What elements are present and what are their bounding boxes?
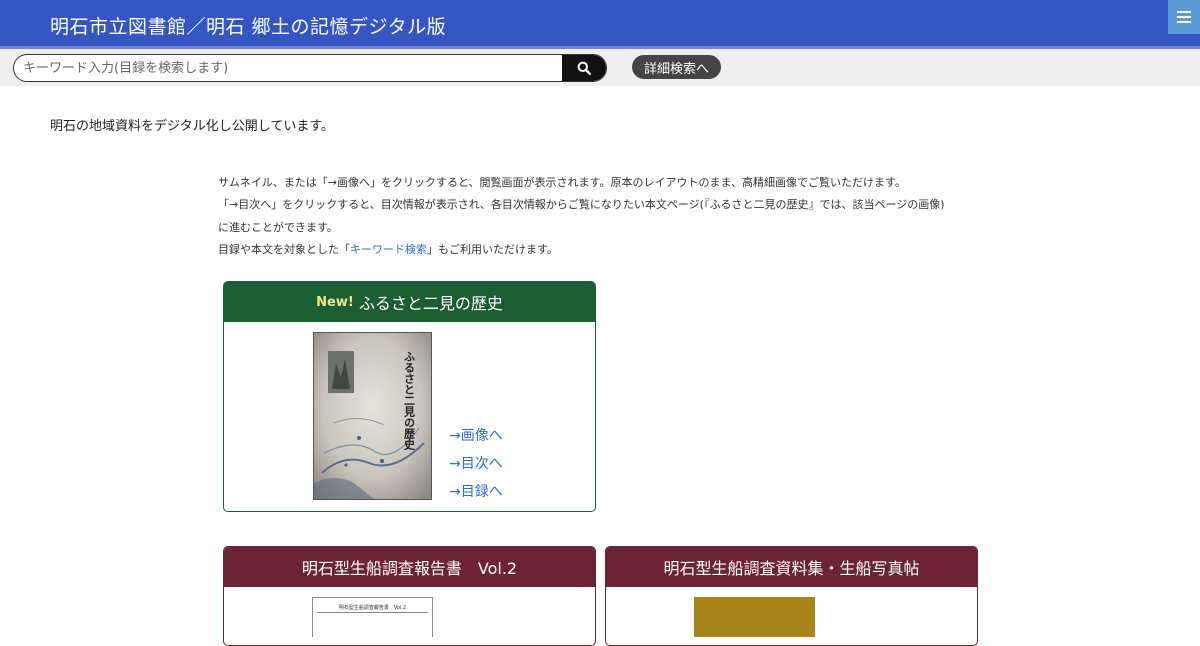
info-line: に進むことができます。 [218, 220, 338, 234]
catalog-link[interactable]: →目録へ [449, 478, 503, 506]
new-badge: New! [316, 294, 354, 310]
usage-info: サムネイル、または「→画像へ」をクリックすると、閲覧画面が表示されます。原本のレ… [218, 172, 945, 261]
info-line: 「→目次へ」をクリックすると、目次情報が表示され、各目次情報からご覧になりたい本… [218, 198, 945, 212]
advanced-search-button[interactable]: 詳細検索へ [632, 55, 721, 79]
card-links: →画像へ →目次へ →目録へ [449, 422, 503, 506]
site-title[interactable]: 明石市立図書館／明石 郷土の記憶デジタル版 [50, 12, 446, 39]
book-cover-art: ふるさと二見の歴史 [314, 333, 431, 499]
thumbnail-title: 明石型生船調査報告書 Vol.2 [338, 605, 407, 611]
card-title: 明石型生船調査資料集・生船写真帖 [663, 559, 920, 578]
card-header[interactable]: 明石型生船調査報告書 Vol.2 [224, 547, 595, 587]
image-link[interactable]: →画像へ [449, 422, 503, 450]
card-title: 明石型生船調査報告書 Vol.2 [301, 559, 518, 578]
card-header[interactable]: 明石型生船調査資料集・生船写真帖 [606, 547, 977, 587]
collection-card-futami: New! ふるさと二見の歴史 ふるさと二見の歴史 →画像へ →目次へ →目録へ [223, 281, 596, 512]
collection-card-report: 明石型生船調査報告書 Vol.2 明石型生船調査報告書 Vol.2 [223, 546, 596, 646]
intro-text: 明石の地域資料をデジタル化し公開しています。 [50, 119, 335, 134]
toc-link[interactable]: →目次へ [449, 450, 503, 478]
collection-card-photos: 明石型生船調査資料集・生船写真帖 [605, 546, 978, 646]
cover-title: ふるさと二見の歴史 [403, 351, 417, 451]
book-cover-thumbnail[interactable]: ふるさと二見の歴史 [313, 332, 432, 500]
search-bar: 詳細検索へ [0, 49, 1200, 86]
search-button[interactable] [562, 55, 606, 81]
search-box [13, 54, 607, 82]
info-line: 目録や本文を対象とした「キーワード検索」もご利用いただけます。 [218, 239, 945, 261]
info-text: 」もご利用いただけます。 [427, 242, 558, 256]
card-title: ふるさと二見の歴史 [358, 294, 503, 313]
photo-album-thumbnail[interactable] [694, 597, 815, 637]
search-input[interactable] [14, 55, 562, 81]
hamburger-menu-icon[interactable] [1168, 0, 1200, 34]
thumbnail-rule [317, 612, 428, 615]
site-header: 明石市立図書館／明石 郷土の記憶デジタル版 [0, 0, 1200, 46]
keyword-search-link[interactable]: キーワード検索 [350, 243, 427, 256]
info-text: 目録や本文を対象とした「 [218, 242, 350, 256]
search-icon [577, 61, 591, 75]
card-header[interactable]: New! ふるさと二見の歴史 [224, 282, 595, 322]
report-thumbnail[interactable]: 明石型生船調査報告書 Vol.2 [312, 597, 433, 637]
info-line: サムネイル、または「→画像へ」をクリックすると、閲覧画面が表示されます。原本のレ… [218, 176, 906, 189]
